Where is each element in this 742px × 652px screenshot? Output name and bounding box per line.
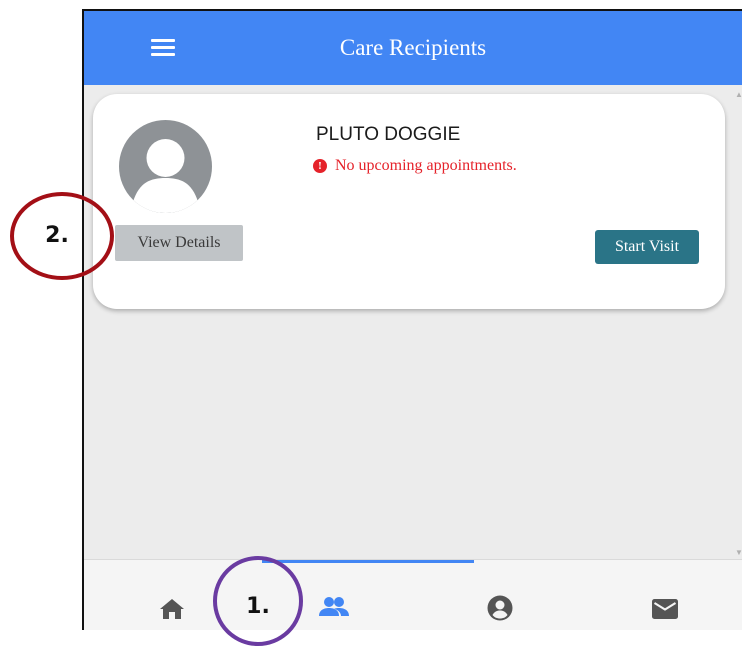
nav-profile[interactable] — [471, 560, 531, 630]
recipient-card: PLUTO DOGGIE ! No upcoming appointments.… — [93, 94, 725, 309]
nav-home[interactable] — [139, 560, 199, 630]
avatar-icon — [119, 120, 212, 213]
recipient-name: PLUTO DOGGIE — [316, 124, 461, 145]
alert-icon: ! — [313, 159, 327, 173]
start-visit-button[interactable]: Start Visit — [595, 230, 699, 264]
home-icon — [160, 599, 184, 619]
nav-messages[interactable] — [639, 560, 699, 630]
scroll-down-arrow-icon[interactable]: ▼ — [735, 549, 742, 557]
page-title: Care Recipients — [339, 35, 487, 60]
active-tab-indicator — [262, 560, 474, 563]
view-details-button[interactable]: View Details — [115, 225, 243, 261]
scrollbar[interactable]: ▲ ▼ — [734, 85, 742, 559]
people-icon — [319, 597, 349, 616]
account-circle-icon — [487, 595, 513, 621]
bottom-nav — [84, 559, 742, 630]
nav-care-recipients[interactable] — [304, 560, 364, 630]
app-screen: Care Recipients ▲ ▼ PLUTO DOGGIE ! No up… — [82, 9, 742, 630]
appointment-status: ! No upcoming appointments. — [313, 156, 517, 176]
annotation-marker-1: 1. — [213, 556, 303, 646]
scroll-up-arrow-icon[interactable]: ▲ — [735, 91, 742, 99]
app-bar: Care Recipients — [84, 11, 742, 85]
appointment-status-text: No upcoming appointments. — [335, 157, 517, 174]
annotation-marker-2: 2. — [10, 192, 114, 280]
mail-icon — [652, 599, 678, 619]
